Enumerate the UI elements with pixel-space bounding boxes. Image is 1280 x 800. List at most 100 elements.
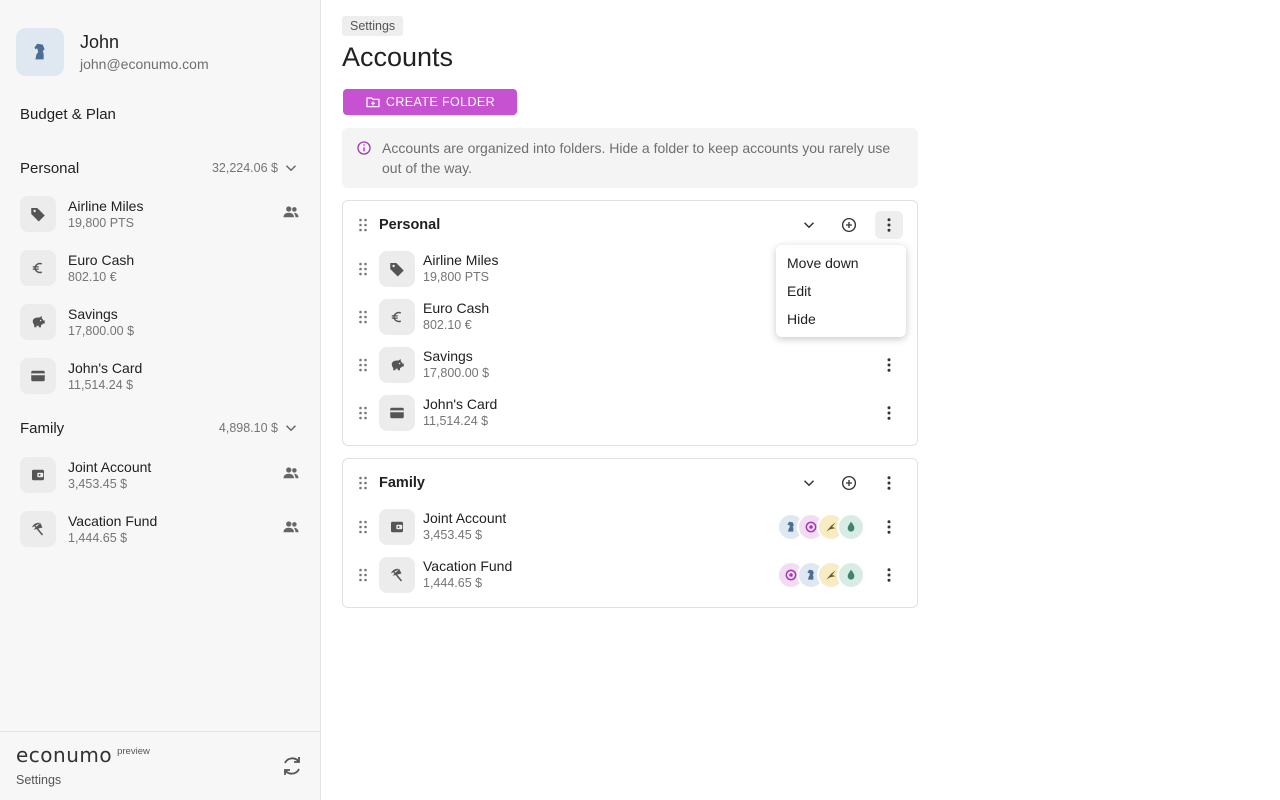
shared-people-icon bbox=[281, 517, 301, 537]
sidebar-account-airline-miles[interactable]: Airline Miles 19,800 PTS bbox=[20, 192, 310, 236]
app-logo: econumo preview bbox=[16, 744, 150, 766]
account-balance: 3,453.45 $ bbox=[423, 528, 483, 542]
account-row: John's Card 11,514.24 $ bbox=[423, 396, 497, 429]
sidebar-account-name: Euro Cash bbox=[68, 251, 135, 268]
logo-preview-badge: preview bbox=[117, 746, 150, 757]
breadcrumb[interactable]: Settings bbox=[342, 16, 404, 36]
account-balance: 1,444.65 $ bbox=[423, 576, 483, 590]
sidebar-account-balance: 19,800 PTS bbox=[68, 215, 135, 230]
sidebar-account-balance: 3,453.45 $ bbox=[68, 476, 128, 491]
account-name: Savings bbox=[423, 348, 473, 364]
logo-text: econumo bbox=[16, 743, 113, 767]
user-avatar-icon bbox=[826, 522, 836, 532]
info-text: Accounts are organized into folders. Hid… bbox=[382, 140, 891, 176]
menu-item-move-down[interactable]: Move down bbox=[776, 252, 906, 280]
folder-card-family: Family Joint Account 3,453.45 $ Vacation… bbox=[342, 458, 918, 608]
user-avatar-icon bbox=[847, 569, 855, 580]
drag-handle-icon[interactable] bbox=[357, 406, 369, 420]
sidebar: John john@econumo.com Budget & Plan Pers… bbox=[0, 0, 321, 800]
user-avatar-icon bbox=[785, 569, 797, 581]
menu-item-edit[interactable]: Edit bbox=[776, 280, 906, 308]
shared-people-icon bbox=[281, 202, 301, 222]
sidebar-account-name: Joint Account bbox=[68, 458, 152, 475]
create-folder-label: CREATE FOLDER bbox=[385, 95, 496, 109]
drag-handle-icon[interactable] bbox=[357, 218, 369, 232]
user-avatar-icon bbox=[847, 521, 855, 532]
euro-icon bbox=[20, 250, 56, 286]
user-avatar-icon bbox=[787, 521, 794, 532]
sidebar-folder-name: Family bbox=[20, 419, 65, 437]
account-balance: 17,800.00 $ bbox=[423, 366, 490, 380]
account-row: Euro Cash 802.10 € bbox=[423, 300, 489, 333]
drag-handle-icon[interactable] bbox=[357, 476, 369, 490]
add-circle-icon[interactable] bbox=[835, 469, 863, 497]
account-balance: 19,800 PTS bbox=[423, 270, 490, 284]
euro-icon bbox=[379, 299, 415, 335]
more-vert-icon[interactable] bbox=[875, 211, 903, 239]
user-avatar-icon bbox=[807, 569, 814, 580]
tag-icon bbox=[20, 196, 56, 232]
account-row: Savings 17,800.00 $ bbox=[423, 348, 489, 381]
more-vert-icon[interactable] bbox=[875, 513, 903, 541]
account-name: Airline Miles bbox=[423, 252, 499, 268]
add-circle-icon[interactable] bbox=[835, 211, 863, 239]
sidebar-account-euro-cash[interactable]: Euro Cash 802.10 € bbox=[20, 246, 310, 290]
drag-handle-icon[interactable] bbox=[357, 358, 369, 372]
more-vert-icon[interactable] bbox=[875, 351, 903, 379]
avatar bbox=[837, 561, 865, 589]
more-vert-icon[interactable] bbox=[875, 469, 903, 497]
footer-settings-link[interactable]: Settings bbox=[16, 773, 61, 787]
chevron-down-icon[interactable] bbox=[795, 469, 823, 497]
info-icon bbox=[356, 140, 372, 156]
credit-card-icon bbox=[379, 395, 415, 431]
account-balance: 802.10 € bbox=[423, 318, 472, 332]
account-name: Vacation Fund bbox=[423, 558, 513, 574]
sync-icon[interactable] bbox=[279, 753, 305, 779]
info-banner: Accounts are organized into folders. Hid… bbox=[342, 128, 918, 188]
avatar bbox=[16, 28, 64, 76]
tag-icon bbox=[379, 251, 415, 287]
credit-card-icon bbox=[20, 358, 56, 394]
drag-handle-icon[interactable] bbox=[357, 520, 369, 534]
folder-context-menu: Move down Edit Hide bbox=[776, 245, 906, 337]
user-profile[interactable]: John john@econumo.com bbox=[16, 28, 209, 76]
chevron-down-icon bbox=[285, 165, 297, 172]
sidebar-folder-family[interactable]: Family 4,898.10 $ bbox=[20, 416, 300, 440]
sidebar-folder-total: 32,224.06 $ bbox=[211, 161, 278, 175]
page-title: Accounts bbox=[342, 42, 454, 72]
sidebar-account-name: Savings bbox=[68, 305, 118, 322]
sidebar-account-balance: 11,514.24 $ bbox=[68, 377, 134, 392]
menu-item-hide[interactable]: Hide bbox=[776, 308, 906, 336]
more-vert-icon[interactable] bbox=[875, 561, 903, 589]
sidebar-account-savings[interactable]: Savings 17,800.00 $ bbox=[20, 300, 310, 344]
sidebar-footer: econumo preview Settings bbox=[0, 731, 320, 800]
sidebar-account-joint-account[interactable]: Joint Account 3,453.45 $ bbox=[20, 453, 310, 497]
sidebar-account-balance: 17,800.00 $ bbox=[68, 323, 135, 338]
shared-people-icon bbox=[281, 463, 301, 483]
chevron-down-icon[interactable] bbox=[795, 211, 823, 239]
folder-plus-icon bbox=[366, 97, 380, 108]
sidebar-account-name: Airline Miles bbox=[68, 197, 144, 214]
sidebar-account-johns-card[interactable]: John's Card 11,514.24 $ bbox=[20, 354, 310, 398]
create-folder-button[interactable]: CREATE FOLDER bbox=[343, 89, 517, 115]
piggy-bank-icon bbox=[379, 347, 415, 383]
beach-umbrella-icon bbox=[379, 557, 415, 593]
chevron-down-icon bbox=[285, 425, 297, 432]
sidebar-account-vacation-fund[interactable]: Vacation Fund 1,444.65 $ bbox=[20, 507, 310, 551]
account-name: Joint Account bbox=[423, 510, 507, 526]
drag-handle-icon[interactable] bbox=[357, 568, 369, 582]
user-email: john@econumo.com bbox=[80, 56, 209, 72]
sidebar-folder-total: 4,898.10 $ bbox=[218, 421, 278, 435]
account-name: Euro Cash bbox=[423, 300, 490, 316]
user-avatar-icon bbox=[826, 570, 836, 580]
budget-plan-link[interactable]: Budget & Plan bbox=[20, 106, 116, 123]
drag-handle-icon[interactable] bbox=[357, 310, 369, 324]
sidebar-account-balance: 802.10 € bbox=[68, 269, 117, 284]
sidebar-folder-personal[interactable]: Personal 32,224.06 $ bbox=[20, 156, 300, 180]
drag-handle-icon[interactable] bbox=[357, 262, 369, 276]
folder-name: Family bbox=[379, 475, 425, 491]
sidebar-account-name: John's Card bbox=[68, 359, 143, 376]
more-vert-icon[interactable] bbox=[875, 399, 903, 427]
folder-name: Personal bbox=[379, 217, 441, 233]
wallet-icon bbox=[20, 457, 56, 493]
